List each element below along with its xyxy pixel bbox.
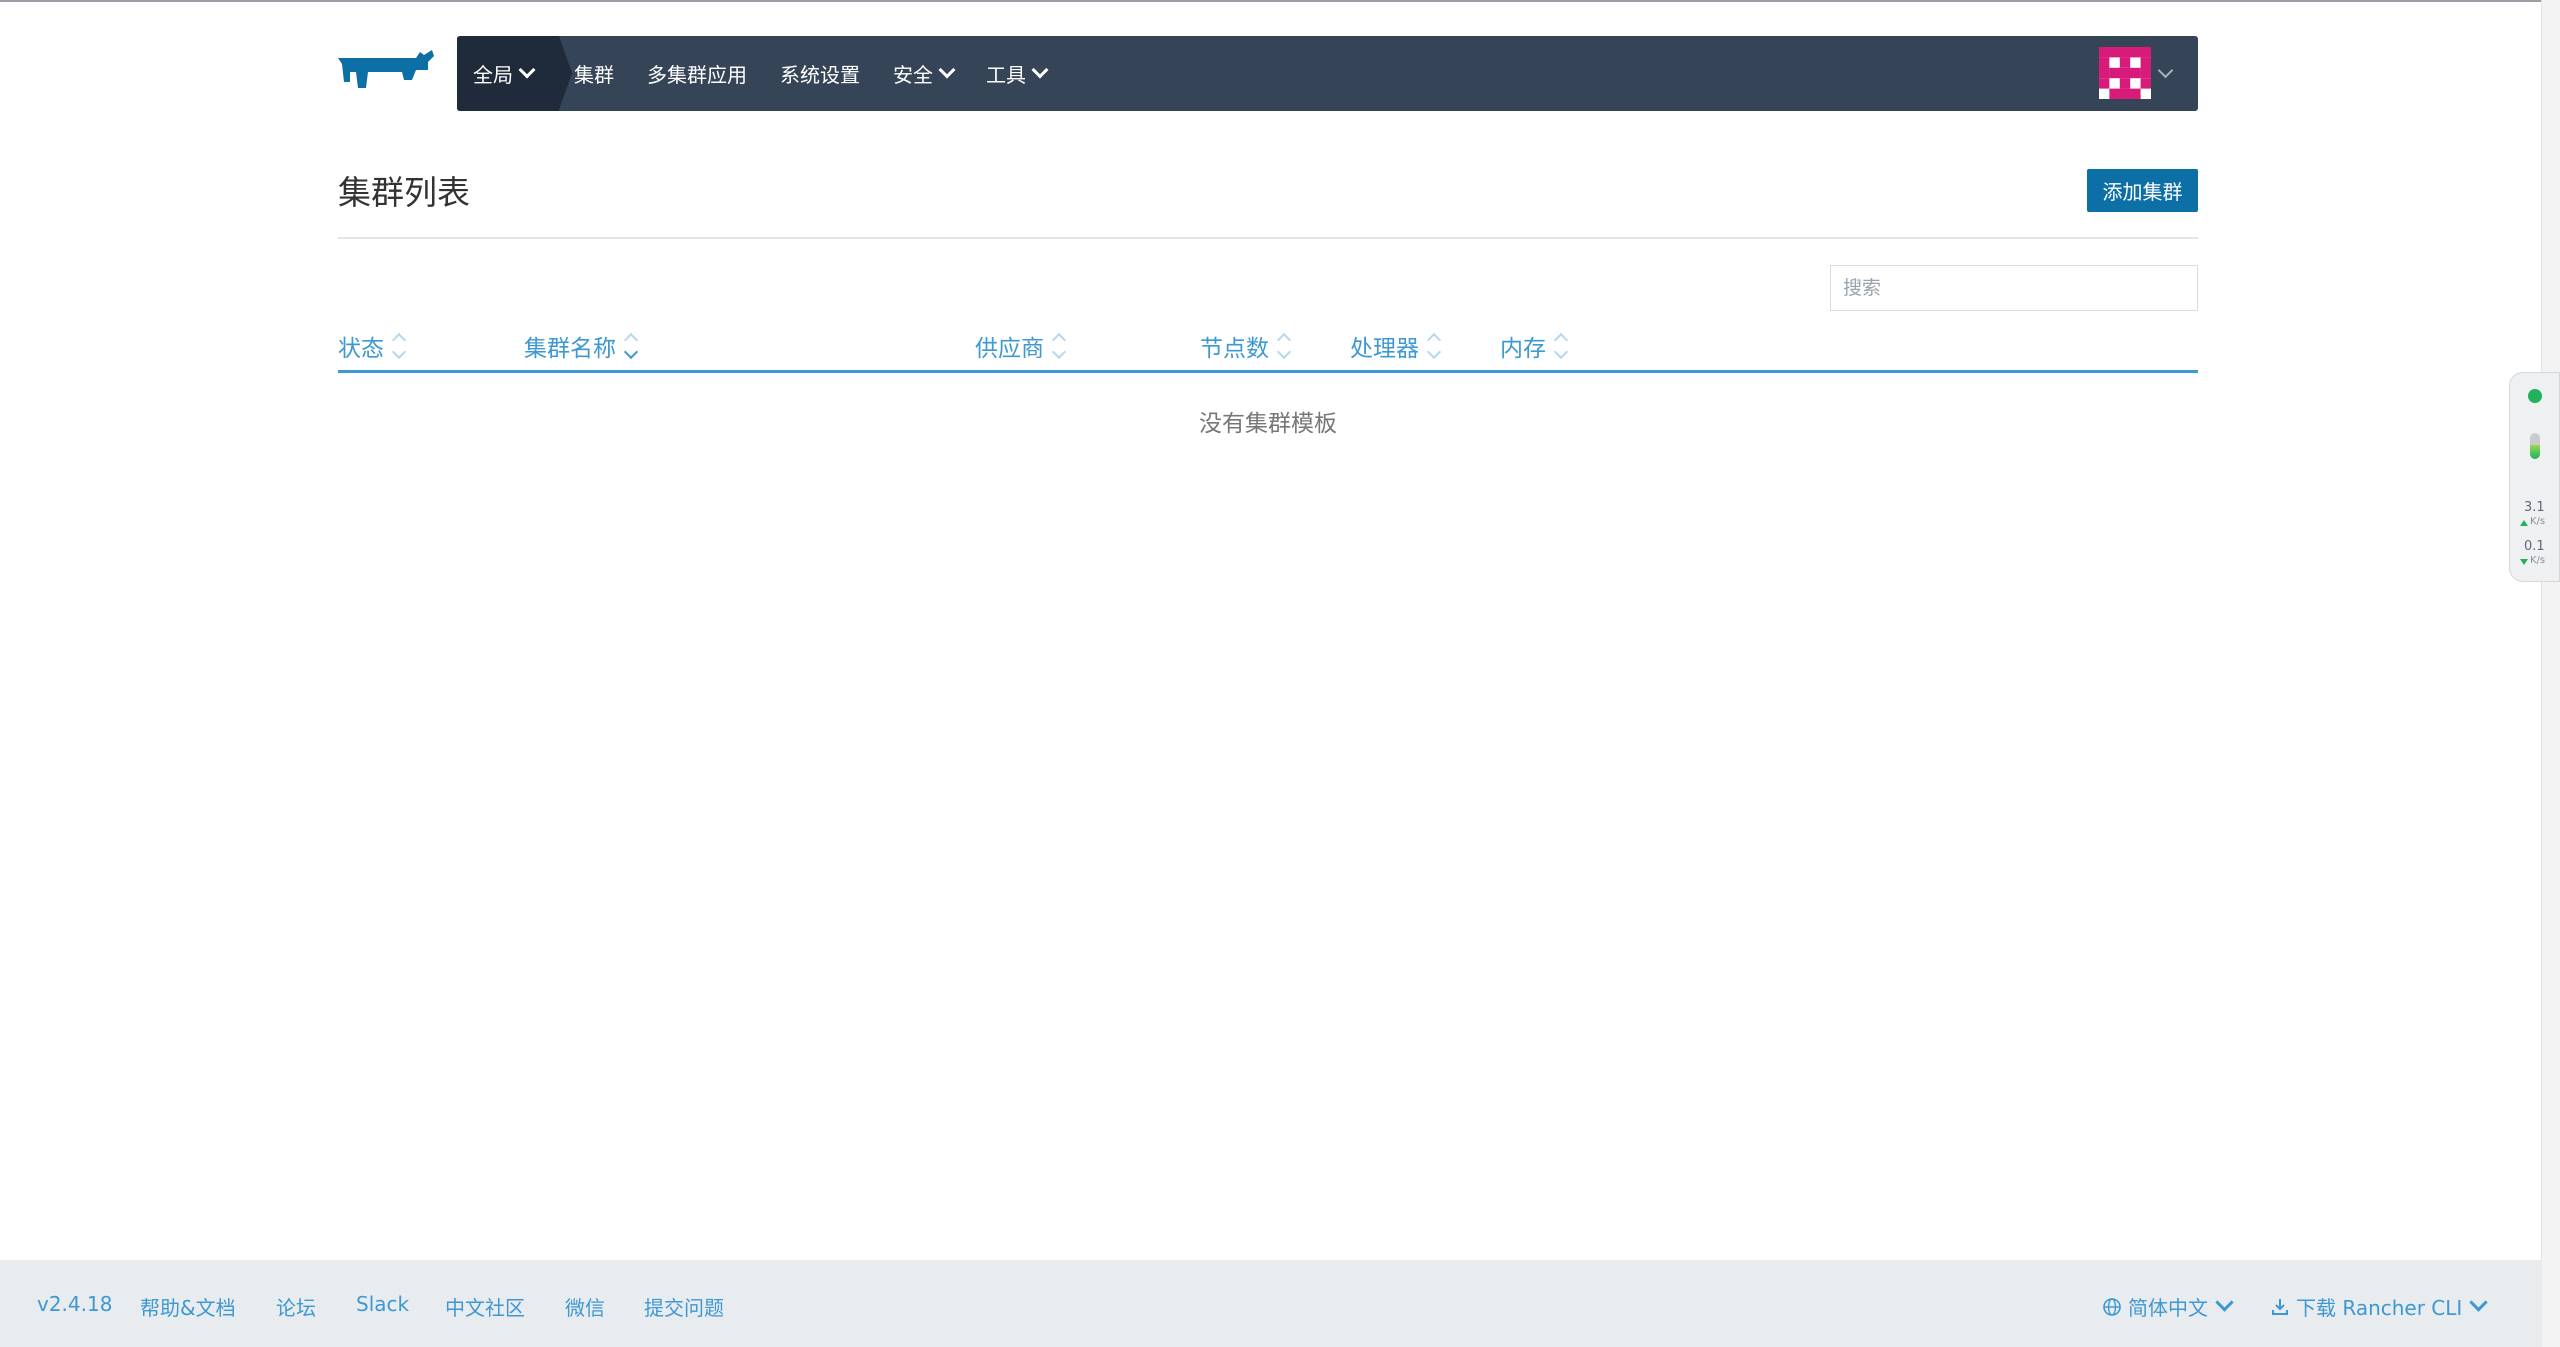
chevron-down-icon xyxy=(2469,1293,2489,1312)
upload-speed-value: 3.1 xyxy=(2524,500,2545,515)
memory-level-icon xyxy=(2530,433,2540,459)
user-avatar[interactable] xyxy=(2099,47,2151,99)
footer-link-slack[interactable]: Slack xyxy=(356,1292,409,1316)
page-title: 集群列表 xyxy=(338,173,470,212)
sort-icon xyxy=(391,332,407,360)
download-speed-value: 0.1 xyxy=(2524,539,2545,554)
upload-arrow-icon xyxy=(2520,520,2528,526)
nav-item-clusters[interactable]: 集群 xyxy=(574,59,614,88)
add-cluster-button[interactable]: 添加集群 xyxy=(2087,169,2198,212)
nav-item-security[interactable]: 安全 xyxy=(893,59,956,88)
footer-link-forum[interactable]: 论坛 xyxy=(276,1292,316,1321)
footer-link-docs[interactable]: 帮助&文档 xyxy=(140,1292,236,1321)
header-divider xyxy=(338,237,2198,239)
column-header-memory[interactable]: 内存 xyxy=(1500,329,1569,363)
chevron-down-icon xyxy=(938,61,956,78)
nav-item-tools[interactable]: 工具 xyxy=(986,59,1049,88)
sort-desc-icon xyxy=(623,332,639,360)
download-cli-menu[interactable]: 下载 Rancher CLI xyxy=(2270,1292,2489,1321)
column-header-cluster-name[interactable]: 集群名称 xyxy=(524,329,639,363)
column-header-cpu[interactable]: 处理器 xyxy=(1350,329,1442,363)
download-cli-label: 下载 Rancher CLI xyxy=(2296,1296,2463,1320)
window-top-border xyxy=(0,0,2560,2)
page-scrollbar[interactable] xyxy=(2541,0,2560,1347)
column-header-status[interactable]: 状态 xyxy=(338,329,407,363)
table-header: 状态 集群名称 供应商 节点数 处理器 内存 xyxy=(338,325,2198,373)
sort-icon xyxy=(1553,332,1569,360)
nav-item-settings[interactable]: 系统设置 xyxy=(780,59,860,88)
language-label: 简体中文 xyxy=(2128,1296,2208,1320)
download-arrow-icon xyxy=(2520,559,2528,565)
chevron-down-icon xyxy=(2215,1293,2234,1312)
upload-speed-unit: K/s xyxy=(2530,516,2546,527)
network-speed-widget[interactable]: 3.1 K/s 0.1 K/s xyxy=(2509,372,2560,582)
user-menu-chevron-down-icon[interactable] xyxy=(2157,62,2174,79)
sort-icon xyxy=(1051,332,1067,360)
footer-link-wechat[interactable]: 微信 xyxy=(565,1292,605,1321)
nav-global-menu[interactable]: 全局 xyxy=(457,36,572,111)
download-speed-unit: K/s xyxy=(2530,555,2546,566)
footer-link-issue[interactable]: 提交问题 xyxy=(644,1292,724,1321)
nav-item-multi-cluster-apps[interactable]: 多集群应用 xyxy=(647,59,747,88)
sort-icon xyxy=(1426,332,1442,360)
globe-icon xyxy=(2103,1297,2121,1316)
download-icon xyxy=(2272,1298,2288,1315)
language-selector[interactable]: 简体中文 xyxy=(2102,1292,2234,1321)
rancher-logo-icon[interactable] xyxy=(336,46,440,100)
sort-icon xyxy=(1276,332,1292,360)
footer-link-community[interactable]: 中文社区 xyxy=(445,1292,525,1321)
top-navbar: 全局 集群 多集群应用 系统设置 安全 工具 xyxy=(457,36,2198,111)
page-footer: v2.4.18 帮助&文档 论坛 Slack 中文社区 微信 提交问题 简体中文… xyxy=(0,1260,2542,1347)
chevron-down-icon xyxy=(1031,61,1049,78)
column-header-nodes[interactable]: 节点数 xyxy=(1200,329,1292,363)
nav-global-label: 全局 xyxy=(473,63,513,87)
chevron-down-icon xyxy=(518,61,536,78)
version-link[interactable]: v2.4.18 xyxy=(37,1292,112,1316)
search-input[interactable] xyxy=(1830,265,2198,311)
status-dot-icon xyxy=(2528,389,2542,403)
empty-table-message: 没有集群模板 xyxy=(1199,411,1337,437)
column-header-provider[interactable]: 供应商 xyxy=(975,329,1067,363)
